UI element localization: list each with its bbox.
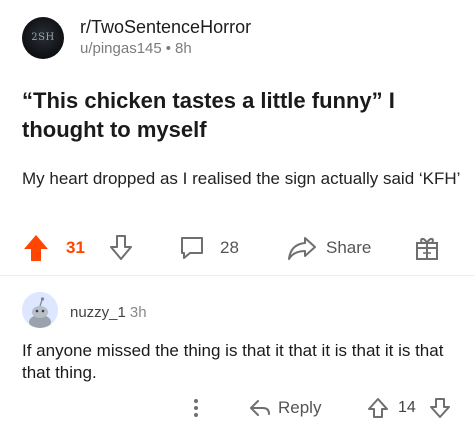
header-text: r/TwoSentenceHorror u/pingas145 • 8h bbox=[80, 16, 251, 59]
comment-downvote-icon bbox=[428, 396, 452, 420]
reply-button[interactable]: Reply bbox=[248, 390, 321, 426]
vote-count: 31 bbox=[66, 238, 85, 257]
avatar[interactable] bbox=[22, 292, 58, 328]
more-vertical-icon bbox=[188, 396, 204, 420]
upvote-button[interactable] bbox=[22, 228, 50, 268]
post-meta: u/pingas145 • 8h bbox=[80, 39, 251, 59]
comment-count: 28 bbox=[220, 238, 239, 257]
subreddit-name[interactable]: r/TwoSentenceHorror bbox=[80, 16, 251, 38]
comment-body: If anyone missed the thing is that it th… bbox=[22, 341, 444, 382]
comments-button[interactable]: 28 bbox=[178, 228, 239, 268]
gift-award-icon bbox=[414, 234, 440, 262]
post-title[interactable]: “This chicken tastes a little funny” I t… bbox=[22, 86, 462, 144]
downvote-button[interactable] bbox=[108, 228, 134, 268]
comment-score-wrap: 14 bbox=[398, 390, 416, 426]
comment-author-line: nuzzy_1 3h bbox=[70, 304, 147, 321]
downvote-arrow-icon bbox=[108, 234, 134, 262]
comment-downvote-button[interactable] bbox=[428, 390, 452, 426]
comment-upvote-button[interactable] bbox=[366, 390, 390, 426]
post-divider bbox=[0, 275, 474, 276]
share-label: Share bbox=[326, 238, 372, 257]
comment-bubble-icon bbox=[178, 234, 206, 262]
comment-score: 14 bbox=[398, 399, 416, 416]
meta-separator: • bbox=[165, 40, 172, 57]
comment-username[interactable]: nuzzy_1 bbox=[70, 304, 126, 321]
comment-age: 3h bbox=[129, 304, 147, 321]
vote-count-wrap: 31 bbox=[66, 228, 85, 268]
share-button[interactable]: Share bbox=[286, 228, 371, 268]
comment-upvote-icon bbox=[366, 396, 390, 420]
subreddit-icon-text: 2SH bbox=[31, 32, 55, 43]
post-author[interactable]: u/pingas145 bbox=[80, 40, 162, 57]
post-age: 8h bbox=[175, 40, 192, 57]
reddit-post-screen: 2SH r/TwoSentenceHorror u/pingas145 • 8h “… bbox=[0, 0, 474, 436]
share-arrow-icon bbox=[286, 234, 318, 262]
post-header: 2SH r/TwoSentenceHorror u/pingas145 • 8h bbox=[22, 16, 251, 59]
comment-action-bar: Reply 14 bbox=[0, 390, 474, 426]
subreddit-icon[interactable]: 2SH bbox=[22, 16, 64, 59]
post-body: My heart dropped as I realised the sign … bbox=[22, 169, 461, 188]
post-action-bar: 31 28 Share bbox=[0, 228, 474, 268]
reply-arrow-icon bbox=[248, 397, 272, 419]
upvote-arrow-icon bbox=[22, 233, 50, 263]
more-options-button[interactable] bbox=[188, 390, 204, 426]
reply-label: Reply bbox=[278, 398, 322, 417]
award-button[interactable] bbox=[414, 228, 440, 268]
